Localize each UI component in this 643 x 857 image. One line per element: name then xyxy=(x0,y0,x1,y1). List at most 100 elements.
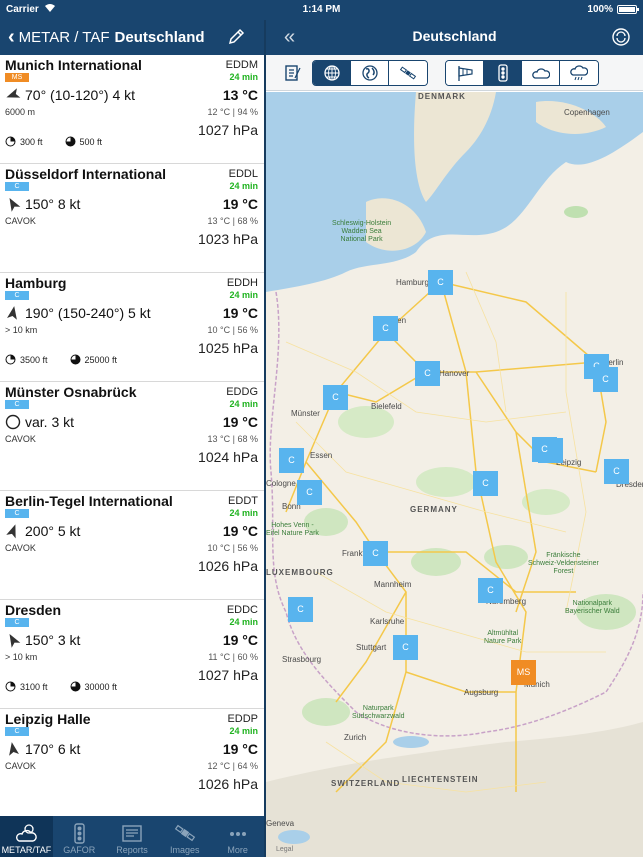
station-row[interactable]: Münster Osnabrück EDDG C 24 min var. 3 kt 19 … xyxy=(0,382,264,491)
map-city-label: Zurich xyxy=(344,733,367,742)
globe-icon xyxy=(361,65,378,81)
station-marker[interactable]: C xyxy=(593,367,618,392)
cloud-layer: 500 ft xyxy=(65,136,102,147)
station-icao: EDDC xyxy=(226,604,258,616)
weather-cloud-sun-icon xyxy=(16,824,38,842)
map-source-globe-button[interactable] xyxy=(351,61,389,85)
station-row[interactable]: Berlin-Tegel International EDDT C 24 min 200… xyxy=(0,491,264,600)
pencil-edit-icon[interactable] xyxy=(226,27,246,47)
wind-text: 150° 8 kt xyxy=(25,196,81,212)
station-marker[interactable]: MS xyxy=(511,660,536,685)
station-marker[interactable]: C xyxy=(373,316,398,341)
station-marker[interactable]: C xyxy=(323,385,348,410)
tab-images[interactable]: Images xyxy=(158,816,211,857)
layer-windsock-button[interactable] xyxy=(446,61,484,85)
station-marker[interactable]: C xyxy=(473,471,498,496)
chevron-left-icon: ‹ xyxy=(8,26,15,48)
back-button-label: METAR / TAF xyxy=(18,28,110,46)
station-row[interactable]: Leipzig Halle EDDP C 24 min 170° 6 kt 19 °C CA… xyxy=(0,709,264,816)
wind-info: 70° (10-120°) 4 kt xyxy=(5,86,135,104)
station-name: Dresden xyxy=(5,602,62,618)
map-country-label: DENMARK xyxy=(418,92,466,101)
station-marker[interactable]: C xyxy=(393,635,418,660)
tab-label: Reports xyxy=(116,845,148,855)
battery-icon xyxy=(617,5,639,14)
map-city-label: Essen xyxy=(310,451,333,460)
station-row[interactable]: Hamburg EDDH C 24 min 190° (150-240°) 5 kt 19… xyxy=(0,273,264,382)
layer-cloud-button[interactable] xyxy=(522,61,560,85)
map-city-label: Geneva xyxy=(266,819,295,828)
station-marker[interactable]: C xyxy=(288,597,313,622)
cloud-base: 300 ft xyxy=(20,136,43,147)
station-marker[interactable]: C xyxy=(363,541,388,566)
flight-category-badge: C xyxy=(5,291,29,300)
list-nav-bar: ‹ METAR / TAF Deutschland xyxy=(0,20,264,55)
station-marker[interactable]: C xyxy=(532,437,557,462)
wind-info: 150° 3 kt xyxy=(5,631,80,649)
station-row[interactable]: Düsseldorf International EDDL C 24 min 150° … xyxy=(0,164,264,273)
temperature: 19 °C xyxy=(222,305,258,321)
cloud-layer: 25000 ft xyxy=(70,354,117,365)
wind-info: 200° 5 kt xyxy=(5,522,80,540)
cloud-scattered-icon xyxy=(5,681,16,692)
layer-rain-cloud-button[interactable] xyxy=(560,61,598,85)
map-view[interactable]: DENMARK Copenhagen Schleswig-Holstein Wadde… xyxy=(266,92,643,857)
tab-more[interactable]: More xyxy=(211,816,264,857)
station-marker[interactable]: C xyxy=(415,361,440,386)
station-name: Berlin-Tegel International xyxy=(5,493,173,509)
map-country-label: LIECHTENSTEIN xyxy=(402,775,479,784)
wind-text: 200° 5 kt xyxy=(25,523,81,539)
report-age: 24 min xyxy=(229,399,258,409)
wind-variable-icon xyxy=(5,414,21,430)
map-country-label: LUXEMBOURG xyxy=(266,568,334,577)
report-age: 24 min xyxy=(229,617,258,627)
flight-category-badge: C xyxy=(5,182,29,191)
cloud-layer: 30000 ft xyxy=(70,681,117,692)
dewpoint-humidity: 10 °C | 56 % xyxy=(207,543,258,553)
station-marker[interactable]: C xyxy=(428,270,453,295)
station-marker[interactable]: C xyxy=(604,459,629,484)
map-source-satellite-button[interactable] xyxy=(389,61,427,85)
station-marker[interactable]: C xyxy=(478,578,503,603)
wind-info: 170° 6 kt xyxy=(5,740,80,758)
weather-layer-segment xyxy=(445,60,599,86)
tab-gafor[interactable]: GAFOR xyxy=(53,816,106,857)
wind-arrow-icon xyxy=(7,306,17,320)
station-icao: EDDT xyxy=(228,495,258,507)
dewpoint-humidity: 13 °C | 68 % xyxy=(207,434,258,444)
map-park-label: Nationalpark Bayerischer Wald xyxy=(565,600,620,615)
station-list[interactable]: Munich International EDDM MS 24 min 70° (10-… xyxy=(0,55,264,816)
station-row[interactable]: Dresden EDDC C 24 min 150° 3 kt 19 °C > 10 km 1… xyxy=(0,600,264,709)
temperature: 19 °C xyxy=(222,741,258,757)
tab-label: Images xyxy=(170,845,200,855)
tab-metar-taf[interactable]: METAR/TAF xyxy=(0,816,53,857)
rain-cloud-icon xyxy=(570,65,588,81)
layer-traffic-light-button[interactable] xyxy=(484,61,522,85)
flight-category-badge: C xyxy=(5,509,29,518)
station-name: Leipzig Halle xyxy=(5,711,91,727)
map-park-label: Altmühltal Nature Park xyxy=(484,630,522,645)
map-city-label: Münster xyxy=(291,409,320,418)
temperature: 13 °C xyxy=(222,87,258,103)
flight-category-badge: C xyxy=(5,727,29,736)
tab-reports[interactable]: Reports xyxy=(106,816,159,857)
notes-icon[interactable] xyxy=(284,63,302,83)
satellite-icon xyxy=(174,824,195,842)
map-background xyxy=(266,92,643,857)
traffic-light-icon xyxy=(74,823,85,844)
visibility: > 10 km xyxy=(5,652,38,662)
refresh-icon[interactable] xyxy=(611,27,631,47)
map-source-globe-grid-button[interactable] xyxy=(313,61,351,85)
station-row[interactable]: Munich International EDDM MS 24 min 70° (10-… xyxy=(0,55,264,164)
back-button[interactable]: ‹ METAR / TAF Deutschland xyxy=(8,25,205,49)
station-marker[interactable]: C xyxy=(279,448,304,473)
wind-arrow-icon xyxy=(9,633,21,648)
tab-label: GAFOR xyxy=(63,845,96,855)
wind-text: var. 3 kt xyxy=(25,414,75,430)
map-park-label: Fränkische Schweiz-Veldensteiner Forest xyxy=(528,552,599,575)
traffic-light-icon xyxy=(497,64,508,82)
legal-link[interactable]: Legal xyxy=(276,846,293,853)
wind-info: var. 3 kt xyxy=(5,413,74,431)
wind-text: 190° (150-240°) 5 kt xyxy=(25,305,151,321)
station-marker[interactable]: C xyxy=(297,480,322,505)
